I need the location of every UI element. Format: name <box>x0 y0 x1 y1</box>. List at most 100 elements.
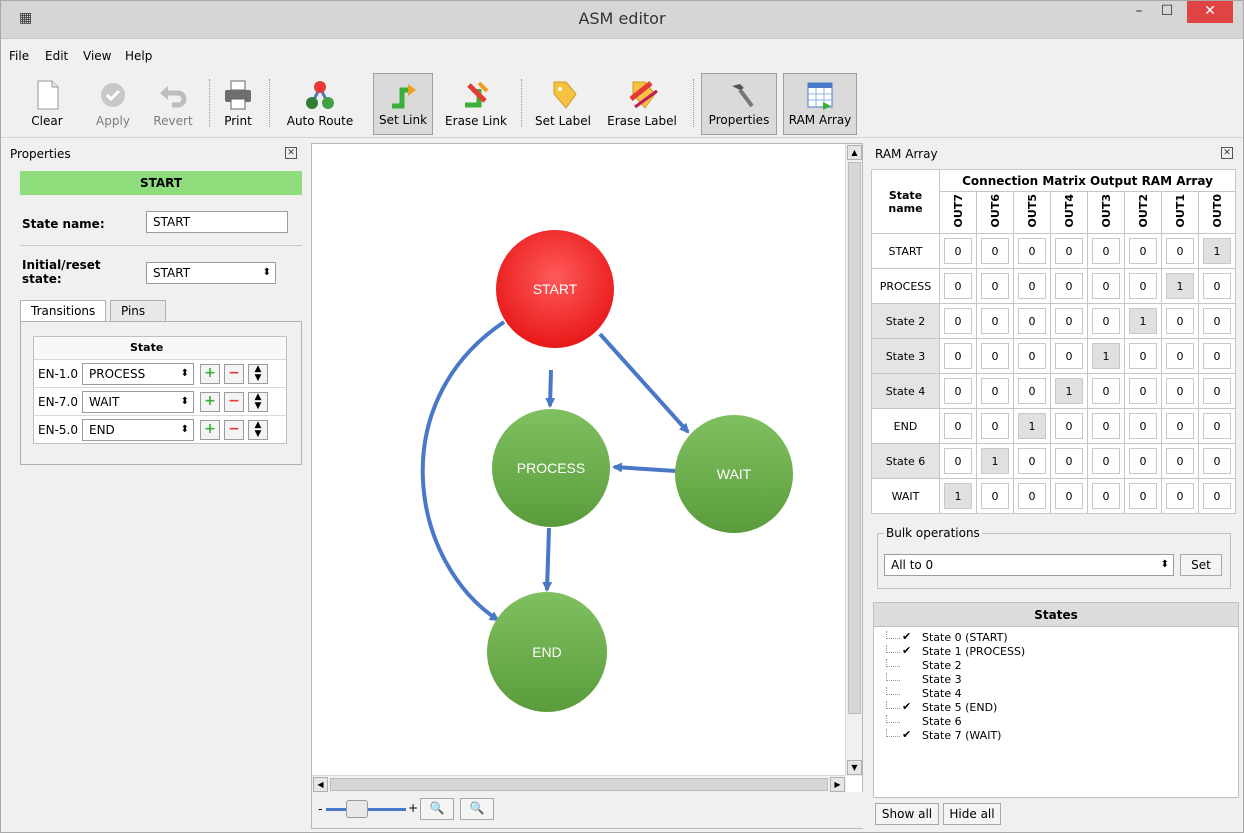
ram-cell[interactable]: 1 <box>976 443 1014 479</box>
vertical-scroll-thumb[interactable] <box>848 162 861 714</box>
reorder-spinner-icon[interactable]: ▲ ▼ <box>248 392 268 412</box>
erase-label-button[interactable]: Erase Label <box>603 73 681 135</box>
horizontal-scroll-thumb[interactable] <box>330 778 828 791</box>
ram-cell[interactable]: 0 <box>1087 233 1125 269</box>
ram-cell[interactable]: 1 <box>1198 233 1236 269</box>
ram-cell[interactable]: 0 <box>976 303 1014 339</box>
ram-cell[interactable]: 0 <box>976 478 1014 514</box>
transition-state-select[interactable]: END ⬍ <box>82 419 194 441</box>
edge-start-end[interactable] <box>420 320 506 622</box>
ram-cell[interactable]: 0 <box>1161 478 1199 514</box>
revert-button[interactable]: Revert <box>145 73 201 135</box>
ram-cell[interactable]: 0 <box>939 233 977 269</box>
add-transition-button[interactable]: + <box>200 364 220 384</box>
ram-cell[interactable]: 0 <box>1198 443 1236 479</box>
show-all-button[interactable]: Show all <box>875 803 939 825</box>
ram-cell[interactable]: 0 <box>1124 268 1162 304</box>
menu-edit[interactable]: Edit <box>45 49 68 63</box>
zoom-slider-handle[interactable] <box>346 800 368 818</box>
ram-cell[interactable]: 0 <box>1087 303 1125 339</box>
state-checkbox[interactable]: ✔ <box>902 631 913 643</box>
state-checkbox[interactable]: ✔ <box>902 701 913 713</box>
ram-cell[interactable]: 0 <box>1124 338 1162 374</box>
ram-cell[interactable]: 0 <box>1050 478 1088 514</box>
ram-cell[interactable]: 0 <box>1087 443 1125 479</box>
ram-cell[interactable]: 0 <box>1198 303 1236 339</box>
apply-button[interactable]: Apply <box>87 73 139 135</box>
edge-start-wait[interactable] <box>598 332 690 434</box>
scroll-right-icon[interactable]: ▶ <box>830 777 845 792</box>
scroll-down-icon[interactable]: ▼ <box>847 760 862 775</box>
zoom-fit-button[interactable]: 🔍 <box>420 798 454 820</box>
ram-cell[interactable]: 0 <box>1087 408 1125 444</box>
maximize-button[interactable]: ☐ <box>1154 1 1180 23</box>
properties-button[interactable]: Properties <box>701 73 777 135</box>
ram-cell[interactable]: 0 <box>1198 338 1236 374</box>
scroll-up-icon[interactable]: ▲ <box>847 145 862 160</box>
ram-cell[interactable]: 1 <box>1124 303 1162 339</box>
auto-route-button[interactable]: Auto Route <box>281 73 359 135</box>
set-link-button[interactable]: Set Link <box>373 73 433 135</box>
ram-cell[interactable]: 0 <box>1050 408 1088 444</box>
ram-cell[interactable]: 0 <box>1161 443 1199 479</box>
ram-cell[interactable]: 0 <box>939 373 977 409</box>
ram-cell[interactable]: 0 <box>1198 408 1236 444</box>
state-checkbox[interactable] <box>902 660 913 671</box>
ram-cell[interactable]: 0 <box>1013 478 1051 514</box>
ram-cell[interactable]: 0 <box>939 338 977 374</box>
properties-close-icon[interactable]: ✕ <box>285 147 297 159</box>
ram-cell[interactable]: 0 <box>1161 408 1199 444</box>
ram-cell[interactable]: 0 <box>1161 233 1199 269</box>
menu-help[interactable]: Help <box>125 49 152 63</box>
ram-cell[interactable]: 0 <box>1161 373 1199 409</box>
node-start[interactable]: START <box>496 230 614 348</box>
reorder-spinner-icon[interactable]: ▲ ▼ <box>248 420 268 440</box>
state-checkbox[interactable]: ✔ <box>902 645 913 657</box>
vertical-scrollbar[interactable]: ▲ ▼ <box>845 144 862 776</box>
erase-link-button[interactable]: Erase Link <box>441 73 511 135</box>
diagram-canvas[interactable]: START PROCESS WAIT END ▲ ▼ ◀ ▶ - + 🔍 🔍 <box>311 143 863 829</box>
ram-cell[interactable]: 0 <box>1087 478 1125 514</box>
tab-transitions[interactable]: Transitions <box>20 300 107 322</box>
menu-view[interactable]: View <box>83 49 111 63</box>
ram-cell[interactable]: 0 <box>1050 303 1088 339</box>
initial-state-select[interactable]: START ⬍ <box>146 262 276 284</box>
ram-cell[interactable]: 0 <box>1198 478 1236 514</box>
add-transition-button[interactable]: + <box>200 392 220 412</box>
ram-cell[interactable]: 0 <box>1050 443 1088 479</box>
ram-cell[interactable]: 1 <box>939 478 977 514</box>
ram-cell[interactable]: 0 <box>1013 268 1051 304</box>
ram-cell[interactable]: 0 <box>1161 303 1199 339</box>
ram-cell[interactable]: 0 <box>1013 373 1051 409</box>
ram-array-button[interactable]: RAM Array <box>783 73 857 135</box>
horizontal-scrollbar[interactable]: ◀ ▶ <box>312 775 846 792</box>
ram-cell[interactable]: 0 <box>976 373 1014 409</box>
ram-cell[interactable]: 0 <box>1087 268 1125 304</box>
ram-cell[interactable]: 0 <box>1161 338 1199 374</box>
menu-file[interactable]: File <box>9 49 29 63</box>
transition-state-select[interactable]: WAIT ⬍ <box>82 391 194 413</box>
ram-cell[interactable]: 0 <box>976 233 1014 269</box>
ram-cell[interactable]: 1 <box>1050 373 1088 409</box>
ram-cell[interactable]: 0 <box>1050 233 1088 269</box>
minimize-button[interactable]: – <box>1126 1 1152 23</box>
ram-cell[interactable]: 0 <box>1050 338 1088 374</box>
ram-cell[interactable]: 0 <box>1124 408 1162 444</box>
ram-cell[interactable]: 0 <box>976 408 1014 444</box>
edge-start-process[interactable] <box>545 369 556 408</box>
print-button[interactable]: Print <box>215 73 261 135</box>
set-label-button[interactable]: Set Label <box>531 73 595 135</box>
bulk-operation-select[interactable]: All to 0 ⬍ <box>884 554 1174 576</box>
reorder-spinner-icon[interactable]: ▲ ▼ <box>248 364 268 384</box>
ram-cell[interactable]: 0 <box>1087 373 1125 409</box>
ram-cell[interactable]: 0 <box>1198 268 1236 304</box>
tab-pins-name[interactable]: Pins name <box>110 300 167 338</box>
node-wait[interactable]: WAIT <box>675 415 793 533</box>
add-transition-button[interactable]: + <box>200 420 220 440</box>
ram-cell[interactable]: 0 <box>939 268 977 304</box>
close-button[interactable]: ✕ <box>1187 1 1233 23</box>
state-checkbox[interactable] <box>902 674 913 685</box>
ram-cell[interactable]: 1 <box>1161 268 1199 304</box>
state-checkbox[interactable] <box>902 688 913 699</box>
transition-state-select[interactable]: PROCESS ⬍ <box>82 363 194 385</box>
